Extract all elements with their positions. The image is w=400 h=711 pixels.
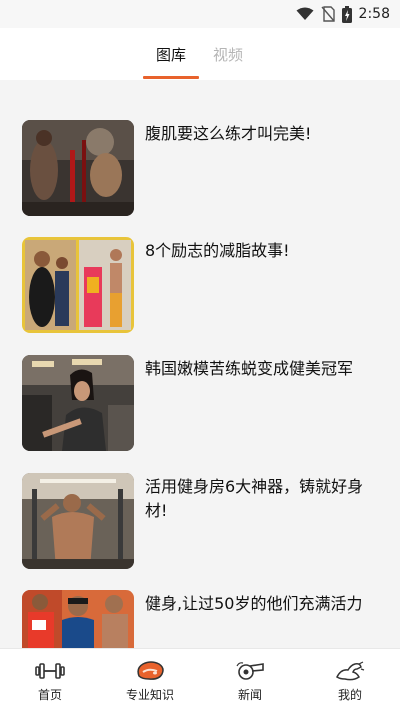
nav-item-home[interactable]: 首页 (0, 649, 100, 711)
list-item[interactable]: 腹肌要这么练才叫完美! (0, 120, 400, 220)
nav-label-profile: 我的 (337, 688, 362, 702)
top-tabs: 图库 视频 (0, 28, 400, 80)
article-title: 腹肌要这么练才叫完美! (145, 124, 312, 143)
tab-gallery[interactable]: 图库 (156, 44, 186, 65)
whistle-icon (235, 659, 265, 683)
list-item[interactable]: 活用健身房6大神器，铸就好身材! (0, 473, 400, 573)
article-thumbnail (22, 120, 134, 216)
article-thumbnail (22, 590, 134, 648)
nav-item-profile[interactable]: 我的 (300, 649, 400, 711)
list-item[interactable]: 8个励志的减脂故事! (0, 237, 400, 337)
bottom-nav: 首页 专业知识 新闻 我的 (0, 648, 400, 711)
nav-item-knowledge[interactable]: 专业知识 (100, 649, 200, 711)
list-item[interactable]: 韩国嫩模苦练蜕变成健美冠军 (0, 355, 400, 455)
article-title: 健身,让过50岁的他们充满活力 (145, 594, 363, 613)
nav-label-news: 新闻 (237, 688, 262, 702)
article-title: 韩国嫩模苦练蜕变成健美冠军 (145, 359, 354, 378)
status-bar: 2:58 (0, 0, 400, 28)
nav-label-knowledge: 专业知识 (125, 688, 174, 702)
article-title: 活用健身房6大神器，铸就好身材! (145, 477, 364, 520)
battery-charging-icon (341, 5, 352, 23)
active-tab-indicator (143, 76, 199, 79)
dumbbell-icon (35, 659, 65, 683)
flexed-arm-icon (335, 659, 365, 683)
article-thumbnail (22, 237, 134, 333)
article-list: 腹肌要这么练才叫完美! 8个励志的减脂故事! 韩国嫩模苦练蜕变成健美冠军 活用健… (0, 80, 400, 648)
tab-video[interactable]: 视频 (213, 44, 243, 65)
list-item[interactable]: 健身,让过50岁的他们充满活力 (0, 590, 400, 648)
no-sim-icon (321, 6, 335, 22)
meat-icon (135, 659, 165, 683)
status-icons: 2:58 (296, 4, 390, 24)
status-time: 2:58 (358, 6, 390, 22)
article-thumbnail (22, 473, 134, 569)
article-title: 8个励志的减脂故事! (145, 241, 290, 260)
wifi-icon (296, 7, 314, 21)
nav-label-home: 首页 (37, 688, 62, 702)
nav-item-news[interactable]: 新闻 (200, 649, 300, 711)
article-thumbnail (22, 355, 134, 451)
